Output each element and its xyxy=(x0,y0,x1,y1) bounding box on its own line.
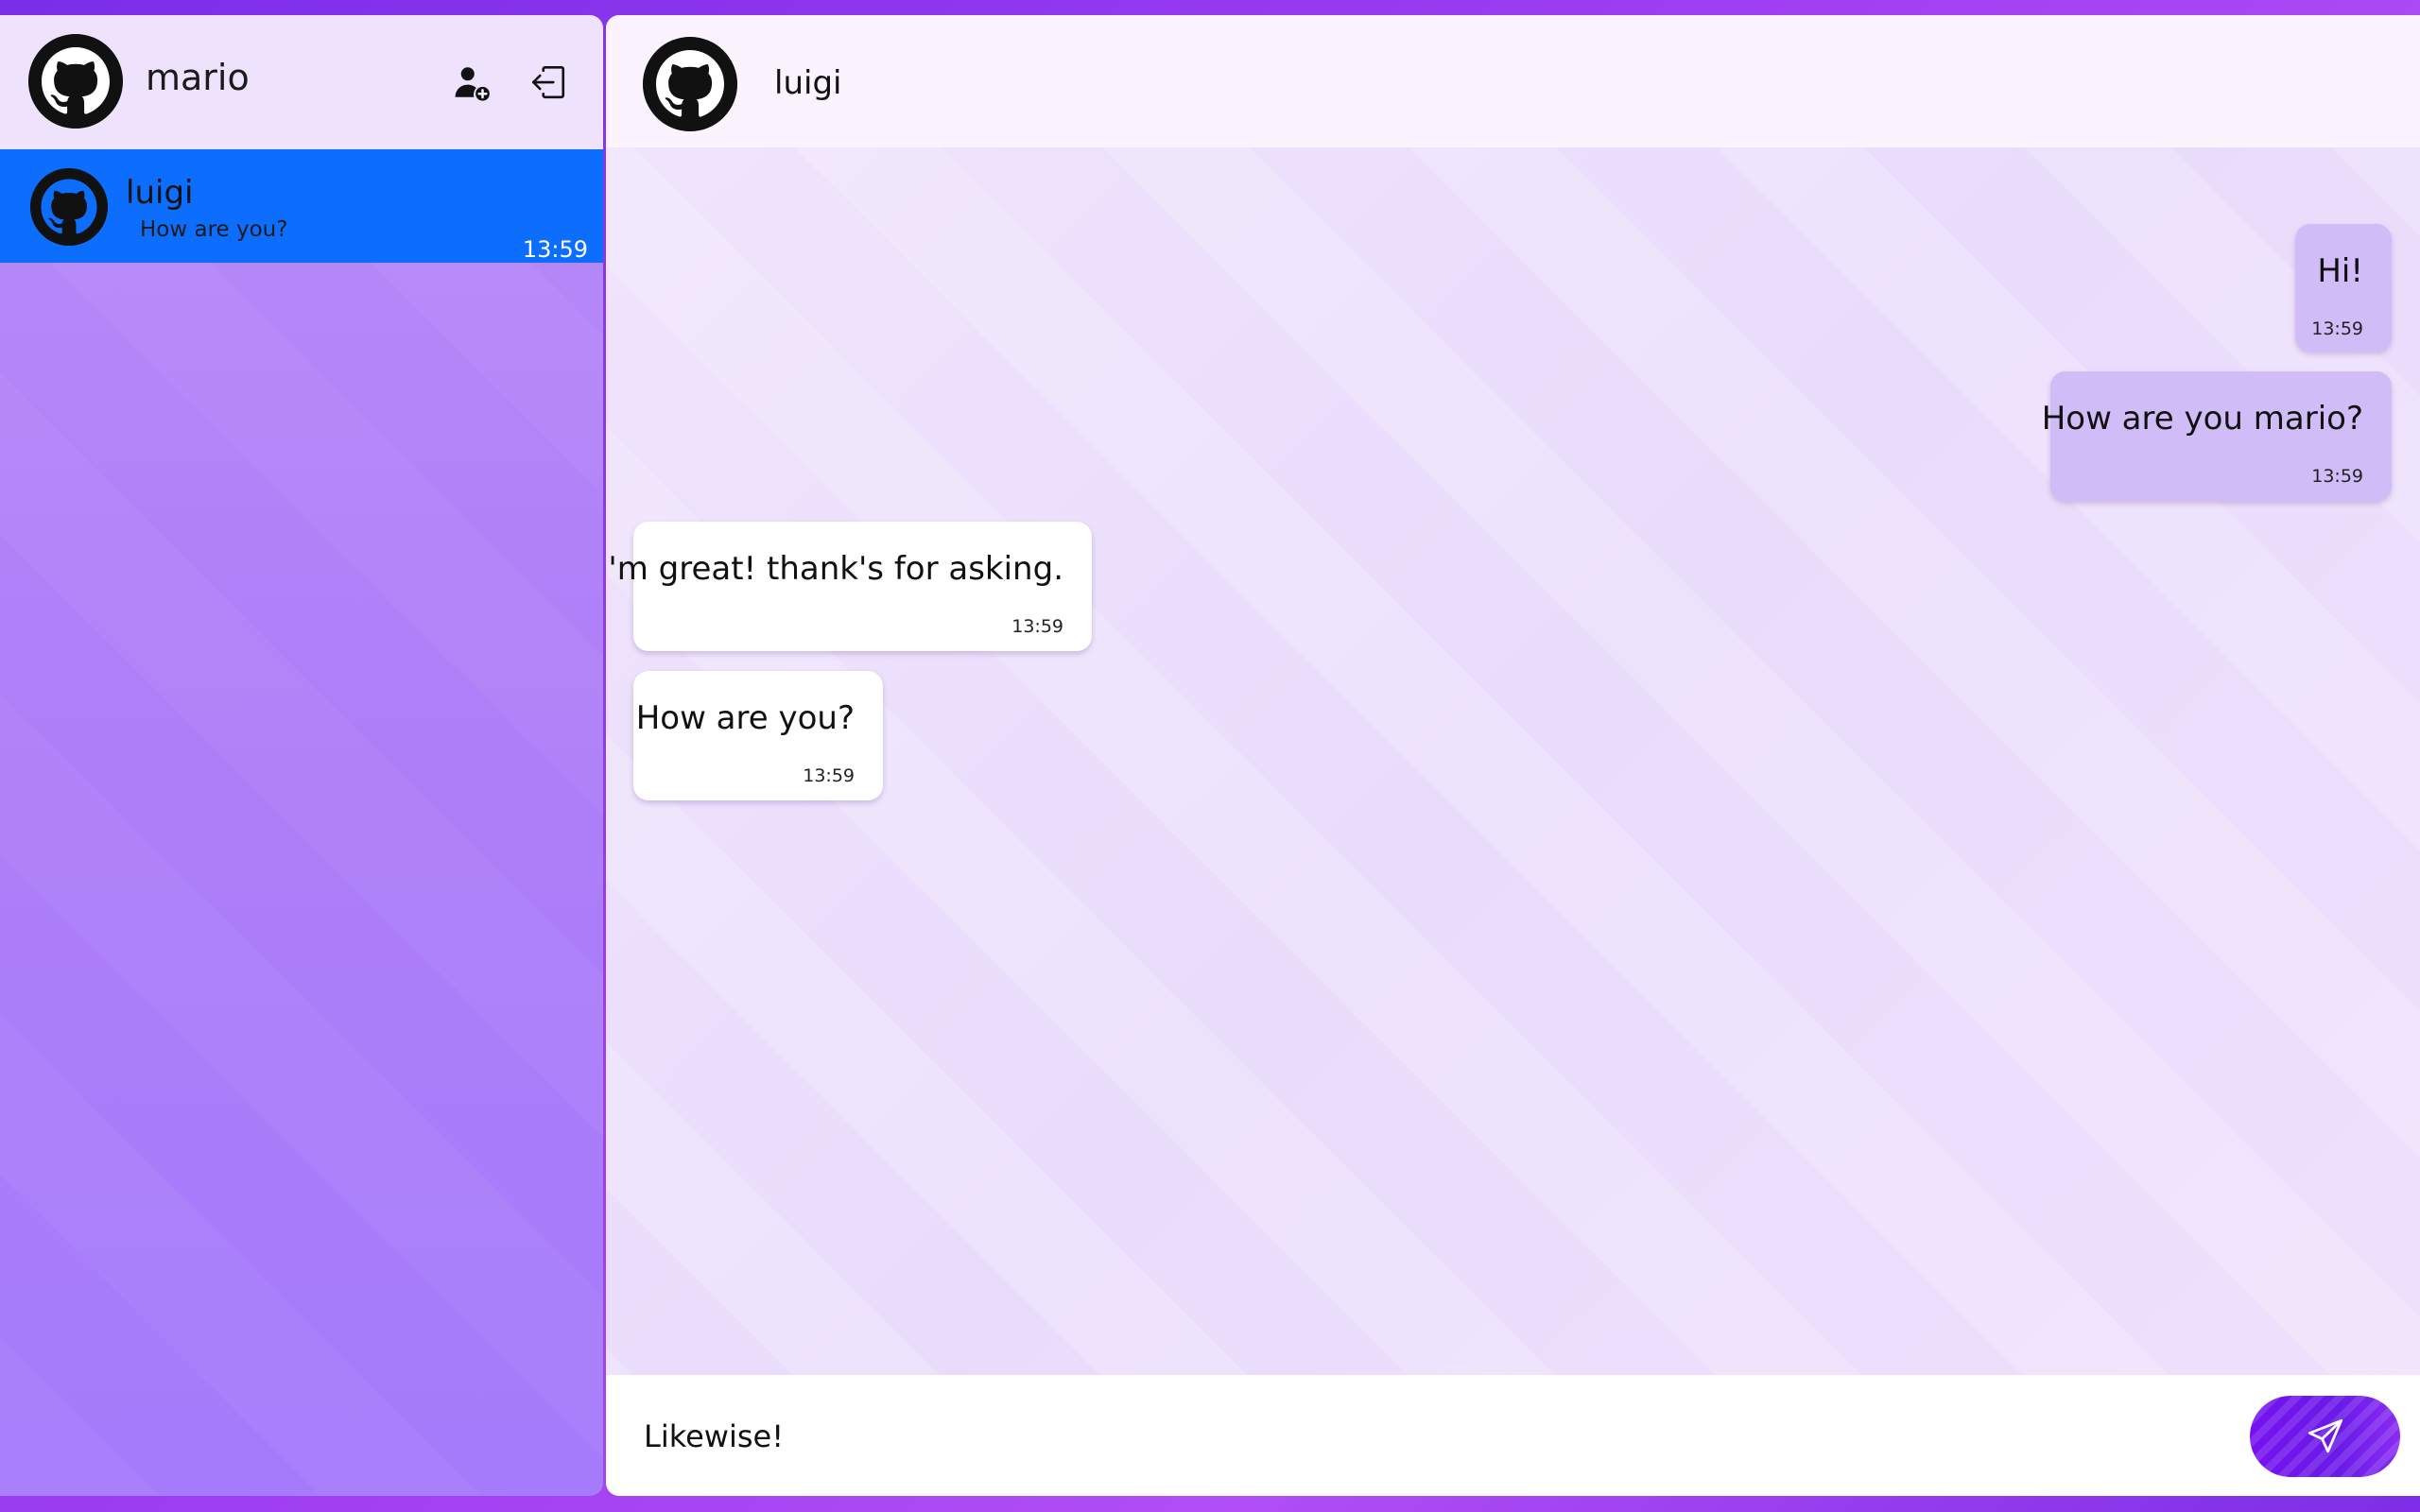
chat-list-item-luigi[interactable]: luigi How are you? 13:59 xyxy=(0,149,603,263)
logout-button[interactable] xyxy=(522,56,575,109)
send-button[interactable] xyxy=(2250,1396,2400,1477)
message-bubble-outgoing: How are you mario? 13:59 xyxy=(2042,371,2392,501)
user-avatar xyxy=(28,34,123,129)
logout-icon xyxy=(531,65,565,99)
sidebar: mario luigi How are you? 13:59 xyxy=(0,15,603,1496)
message-time: 13:59 xyxy=(803,765,855,786)
message-time: 13:59 xyxy=(2311,466,2363,487)
current-user-name: mario xyxy=(146,57,250,98)
chat-item-time: 13:59 xyxy=(522,236,588,263)
send-icon xyxy=(2308,1418,2342,1453)
message-input[interactable] xyxy=(642,1407,1875,1466)
message-text: How are you mario? xyxy=(2041,400,2363,438)
contact-avatar xyxy=(643,37,737,131)
chat-item-preview: How are you? xyxy=(140,217,288,242)
chat-panel: luigi Hi! 13:59 How are you mario? 13:59… xyxy=(606,15,2420,1496)
chat-item-name: luigi xyxy=(126,174,194,212)
message-time: 13:59 xyxy=(1011,616,1063,637)
add-user-icon xyxy=(455,67,490,101)
add-contact-button[interactable] xyxy=(446,56,499,109)
message-time: 13:59 xyxy=(2311,318,2363,339)
message-bubble-incoming: I'm great! thank's for asking. 13:59 xyxy=(606,522,1092,651)
message-text: I'm great! thank's for asking. xyxy=(606,550,1063,588)
sidebar-header: mario xyxy=(0,15,603,149)
message-composer xyxy=(606,1375,2420,1496)
message-text: Hi! xyxy=(2317,252,2363,290)
chat-item-avatar xyxy=(30,168,108,246)
message-bubble-incoming: How are you? 13:59 xyxy=(633,671,883,800)
github-octocat-icon xyxy=(30,168,108,246)
chat-header: luigi xyxy=(606,15,2420,147)
github-octocat-icon xyxy=(28,34,123,129)
message-bubble-outgoing: Hi! 13:59 xyxy=(2295,224,2392,352)
github-octocat-icon xyxy=(643,37,737,131)
message-text: How are you? xyxy=(635,699,855,737)
contact-name: luigi xyxy=(774,64,842,102)
